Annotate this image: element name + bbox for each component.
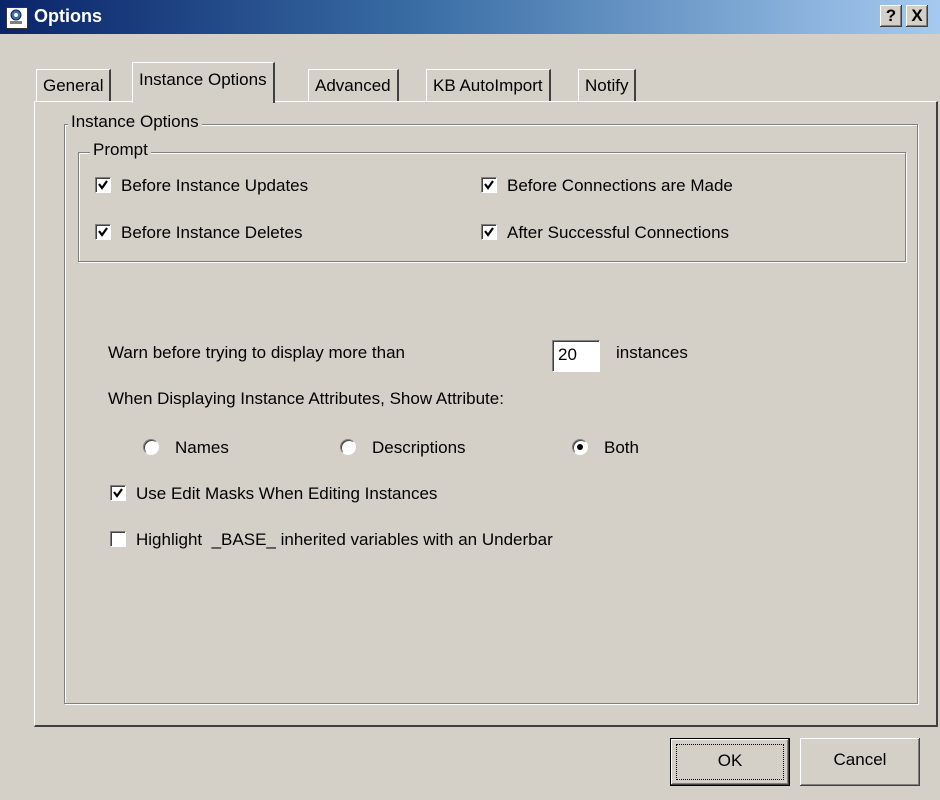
tab-kb-autoimport[interactable]: KB AutoImport: [426, 69, 551, 102]
radio-circle[interactable]: [143, 439, 159, 455]
tab-label: Advanced: [315, 76, 391, 95]
warn-label: Warn before trying to display more than: [108, 343, 406, 362]
app-icon: [6, 7, 28, 29]
checkbox-label: After Successful Connections: [507, 223, 730, 242]
tab-general[interactable]: General: [36, 69, 112, 102]
close-button[interactable]: X: [906, 5, 928, 27]
help-button[interactable]: ?: [880, 5, 902, 27]
checkbox-box[interactable]: [481, 224, 497, 240]
title-bar[interactable]: Options ? X: [0, 0, 940, 34]
check-mark-icon: [113, 488, 123, 498]
attributes-label: When Displaying Instance Attributes, Sho…: [108, 389, 504, 408]
check-mark-icon: [98, 227, 108, 237]
max-instances-input[interactable]: 20: [552, 340, 600, 372]
check-mark-icon: [484, 227, 494, 237]
tab-label: General: [43, 76, 104, 95]
check-mark-icon: [484, 180, 494, 190]
instance-options-group-label: Instance Options: [68, 112, 202, 132]
radio-circle[interactable]: [572, 439, 588, 455]
prompt-group: [78, 152, 906, 262]
checkbox-box[interactable]: [481, 177, 497, 193]
radio-label: Descriptions: [372, 438, 466, 457]
options-dialog: Options ? X General Instance Options Adv…: [0, 0, 940, 800]
window-title: Options: [34, 6, 102, 26]
radio-selected-dot: [577, 444, 583, 450]
cancel-label: Cancel: [833, 750, 887, 769]
ok-button[interactable]: OK: [670, 738, 790, 786]
checkbox-label: Before Instance Updates: [121, 176, 309, 195]
checkbox-box[interactable]: [110, 485, 126, 501]
prompt-group-label: Prompt: [90, 140, 151, 160]
tab-label: Instance Options: [139, 70, 267, 89]
tab-advanced[interactable]: Advanced: [308, 69, 399, 102]
tab-label: Notify: [585, 76, 629, 95]
checkbox-label: Before Instance Deletes: [121, 223, 303, 242]
checkbox-label: Highlight _BASE_ inherited variables wit…: [136, 530, 553, 549]
checkbox-label: Use Edit Masks When Editing Instances: [136, 484, 438, 503]
checkbox-box[interactable]: [95, 177, 111, 193]
radio-label: Names: [175, 438, 229, 457]
checkbox-label: Before Connections are Made: [507, 176, 733, 195]
radio-label: Both: [604, 438, 639, 457]
ok-label: OK: [717, 751, 743, 770]
cancel-button[interactable]: Cancel: [800, 738, 920, 786]
checkbox-box[interactable]: [95, 224, 111, 240]
tab-instance-options[interactable]: Instance Options: [132, 62, 275, 103]
check-mark-icon: [98, 180, 108, 190]
tab-label: KB AutoImport: [433, 76, 543, 95]
checkbox-box[interactable]: [110, 531, 126, 547]
instances-suffix: instances: [616, 343, 688, 362]
tab-notify[interactable]: Notify: [578, 69, 637, 102]
radio-circle[interactable]: [340, 439, 356, 455]
